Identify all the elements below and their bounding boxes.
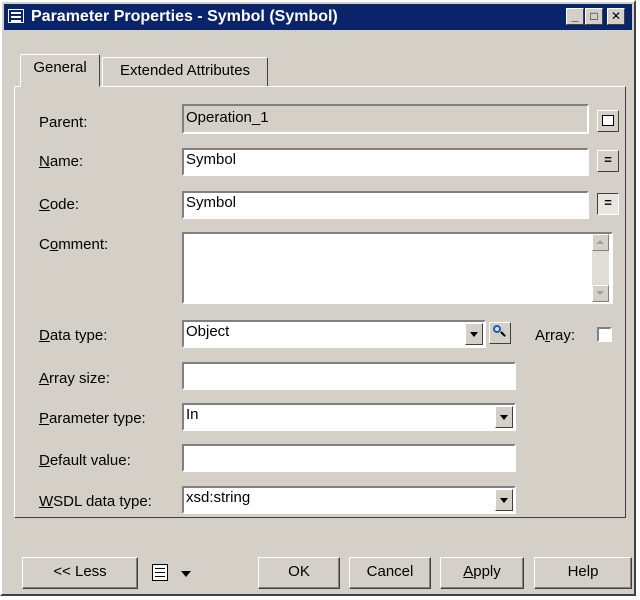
code-label: Code: xyxy=(39,196,80,213)
minimize-button[interactable]: _ xyxy=(566,8,584,25)
scroll-up-icon[interactable] xyxy=(592,234,609,251)
less-button[interactable]: << Less xyxy=(22,557,138,589)
array-size-field[interactable] xyxy=(182,362,516,390)
window-menu-icon[interactable] xyxy=(8,9,24,23)
window-title: Parameter Properties - Symbol (Symbol) xyxy=(31,8,338,25)
parent-field: Operation_1 xyxy=(182,104,589,134)
tab-extended-attributes[interactable]: Extended Attributes xyxy=(102,57,268,87)
data-type-browse-button[interactable] xyxy=(489,322,511,344)
list-menu-icon xyxy=(152,564,168,581)
name-field[interactable]: Symbol xyxy=(182,148,589,176)
default-value-field[interactable] xyxy=(182,444,516,472)
code-sync-toggle-button[interactable]: = xyxy=(597,193,619,215)
property-menu-button[interactable] xyxy=(150,560,200,586)
array-size-label: Array size: xyxy=(39,370,110,387)
comment-textarea[interactable] xyxy=(182,232,613,304)
array-label: Array: xyxy=(535,327,576,344)
cancel-button[interactable]: Cancel xyxy=(349,557,431,589)
equals-icon: = xyxy=(604,152,612,167)
parent-label: Parent: xyxy=(39,114,88,131)
comment-label: Comment: xyxy=(39,236,109,253)
equals-icon: = xyxy=(604,195,612,210)
parameter-type-combo[interactable]: In xyxy=(182,403,516,431)
default-value-label: Default value: xyxy=(39,452,131,469)
parent-properties-button[interactable] xyxy=(597,110,619,132)
tab-general[interactable]: General xyxy=(20,54,100,87)
array-checkbox[interactable] xyxy=(597,327,612,342)
maximize-button[interactable]: □ xyxy=(585,8,603,25)
wsdl-data-type-label: WSDL data type: xyxy=(39,493,152,510)
magnifier-icon xyxy=(490,323,508,341)
close-button[interactable]: ✕ xyxy=(607,8,625,25)
code-field[interactable]: Symbol xyxy=(182,191,589,219)
properties-icon xyxy=(602,115,614,126)
chevron-down-icon[interactable] xyxy=(495,406,513,428)
ok-button[interactable]: OK xyxy=(258,557,340,589)
chevron-down-icon xyxy=(181,571,191,577)
comment-scrollbar[interactable] xyxy=(592,234,609,302)
name-label: Name: xyxy=(39,153,84,170)
chevron-down-icon[interactable] xyxy=(465,323,483,345)
general-tab-panel: Parent: Operation_1 Name: Symbol = Code:… xyxy=(14,86,626,518)
name-code-sync-button[interactable]: = xyxy=(597,150,619,172)
chevron-down-icon[interactable] xyxy=(495,489,513,511)
properties-dialog: Parameter Properties - Symbol (Symbol) _… xyxy=(0,0,636,596)
data-type-combo[interactable]: Object xyxy=(182,320,486,348)
wsdl-data-type-combo[interactable]: xsd:string xyxy=(182,486,516,514)
parameter-type-label: Parameter type: xyxy=(39,410,146,427)
help-button[interactable]: Help xyxy=(534,557,632,589)
data-type-label: Data type: xyxy=(39,327,108,344)
title-bar[interactable]: Parameter Properties - Symbol (Symbol) _… xyxy=(4,4,632,30)
apply-button[interactable]: Apply xyxy=(440,557,524,589)
scroll-down-icon[interactable] xyxy=(592,285,609,302)
